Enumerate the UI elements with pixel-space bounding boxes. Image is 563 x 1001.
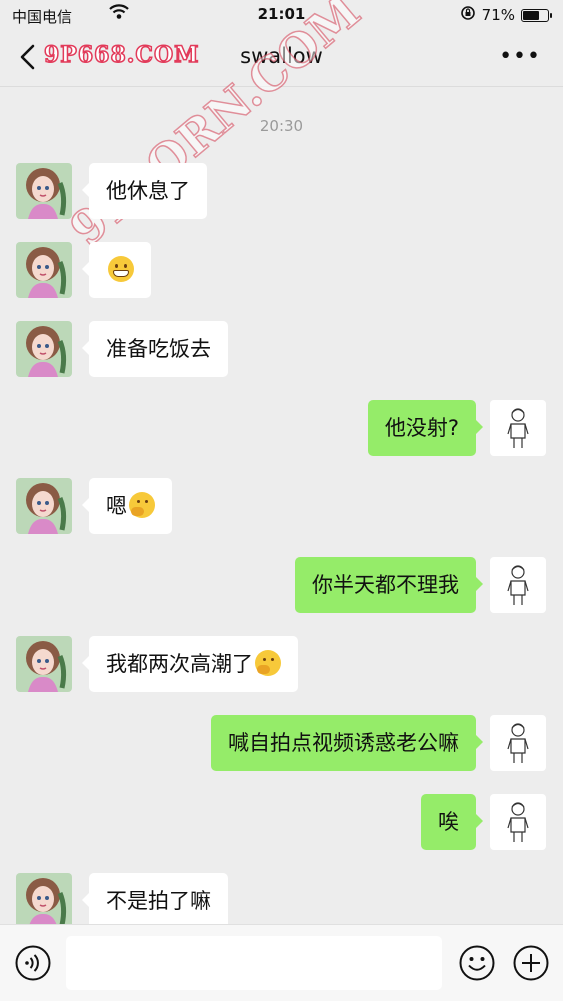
message-text: 我都两次高潮了	[106, 652, 253, 676]
message-text: 他休息了	[106, 179, 190, 203]
think-emoji	[255, 650, 281, 676]
message-text: 不是拍了嘛	[106, 889, 211, 913]
think-emoji	[129, 492, 155, 518]
battery-percent: 71%	[481, 6, 515, 24]
outgoing-message-bubble[interactable]: 喊自拍点视频诱惑老公嘛	[211, 715, 483, 771]
incoming-message-bubble[interactable]: 不是拍了嘛	[82, 873, 228, 929]
message-text: 你半天都不理我	[312, 573, 459, 597]
emoji-icon[interactable]	[458, 944, 496, 986]
rotation-lock-icon	[460, 5, 476, 25]
my-avatar[interactable]	[490, 400, 546, 456]
message-text: 他没射?	[384, 416, 459, 440]
my-avatar[interactable]	[490, 557, 546, 613]
voice-input-icon[interactable]	[14, 944, 52, 986]
message-input[interactable]	[66, 936, 442, 990]
contact-avatar[interactable]	[16, 636, 72, 692]
contact-avatar[interactable]	[16, 242, 72, 298]
contact-avatar[interactable]	[16, 163, 72, 219]
my-avatar[interactable]	[490, 794, 546, 850]
outgoing-message-bubble[interactable]: 你半天都不理我	[295, 557, 483, 613]
incoming-message-bubble[interactable]: 他休息了	[82, 163, 207, 219]
contact-avatar[interactable]	[16, 478, 72, 534]
grin-emoji	[108, 256, 134, 282]
message-text: 嗯	[106, 494, 127, 518]
chat-timestamp: 20:30	[259, 117, 304, 135]
add-more-icon[interactable]	[512, 944, 550, 986]
my-avatar[interactable]	[490, 715, 546, 771]
input-bar	[0, 924, 563, 1001]
incoming-message-bubble[interactable]	[82, 242, 151, 298]
contact-avatar[interactable]	[16, 873, 72, 929]
status-bar: 中国电信 21:01 71%	[0, 0, 563, 30]
contact-avatar[interactable]	[16, 321, 72, 377]
outgoing-message-bubble[interactable]: 他没射?	[367, 400, 484, 456]
battery-icon	[521, 8, 552, 22]
watermark-logo: 9P668.COM	[43, 41, 200, 69]
incoming-message-bubble[interactable]: 我都两次高潮了	[82, 636, 298, 692]
outgoing-message-bubble[interactable]: 唉	[421, 794, 483, 850]
message-text: 唉	[438, 810, 459, 834]
incoming-message-bubble[interactable]: 嗯	[82, 478, 172, 534]
incoming-message-bubble[interactable]: 准备吃饭去	[82, 321, 228, 377]
message-text: 喊自拍点视频诱惑老公嘛	[228, 731, 459, 755]
message-text: 准备吃饭去	[106, 337, 211, 361]
more-options-button[interactable]: •••	[499, 44, 541, 69]
